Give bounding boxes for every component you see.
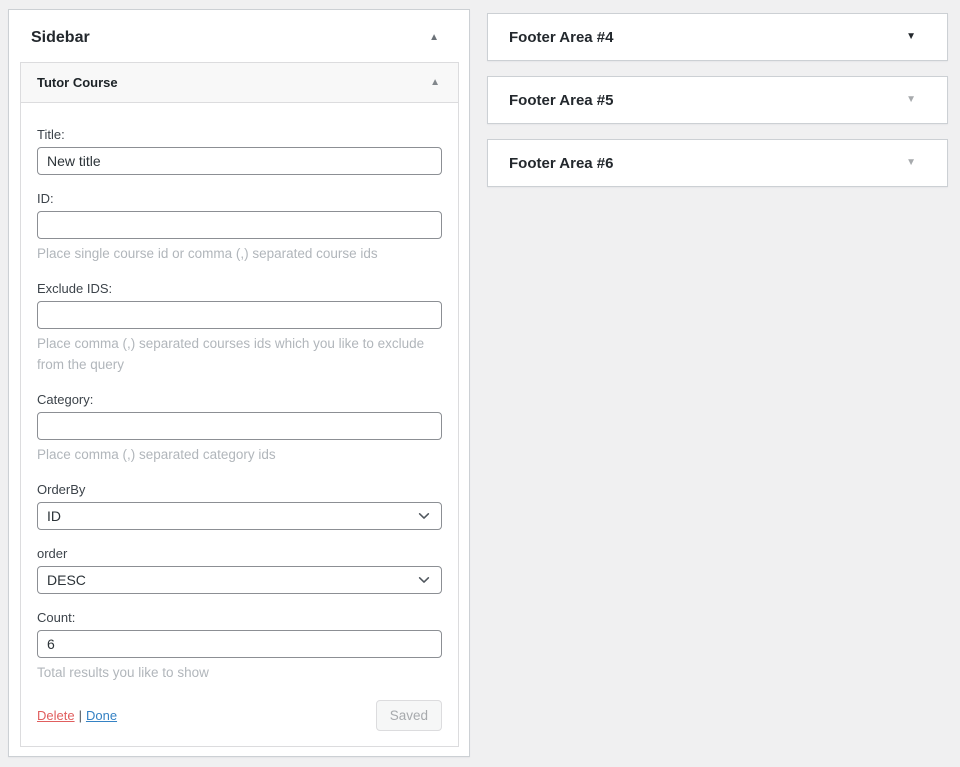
count-label: Count: <box>37 610 442 625</box>
sidebar-widget-area: Sidebar ▲ Tutor Course ▲ Title: ID: <box>8 9 470 757</box>
link-separator: | <box>79 708 82 723</box>
id-input[interactable] <box>37 211 442 239</box>
sidebar-column: Sidebar ▲ Tutor Course ▲ Title: ID: <box>8 9 470 757</box>
done-link[interactable]: Done <box>86 708 117 723</box>
orderby-label: OrderBy <box>37 482 442 497</box>
widget-settings-form: Title: ID: Place single course id or com… <box>21 103 458 746</box>
footer-area-5-header[interactable]: Footer Area #5 ▼ <box>487 76 948 124</box>
title-label: Title: <box>37 127 442 142</box>
field-count: Count: Total results you like to show <box>37 610 442 684</box>
footer-area-6-title: Footer Area #6 <box>509 155 613 172</box>
sidebar-area-header[interactable]: Sidebar ▲ <box>9 10 469 62</box>
expand-down-icon[interactable]: ▼ <box>906 95 916 105</box>
delete-link[interactable]: Delete <box>37 708 75 723</box>
order-selected-value: DESC <box>47 572 86 588</box>
title-input[interactable] <box>37 147 442 175</box>
tutor-course-widget: Tutor Course ▲ Title: ID: Place single c… <box>20 62 459 747</box>
footer-area-4-header[interactable]: Footer Area #4 ▼ <box>487 13 948 61</box>
chevron-down-icon <box>417 573 431 587</box>
field-id: ID: Place single course id or comma (,) … <box>37 191 442 265</box>
category-help-text: Place comma (,) separated category ids <box>37 445 442 466</box>
exclude-ids-label: Exclude IDS: <box>37 281 442 296</box>
footer-areas-column: Footer Area #4 ▼ Footer Area #5 ▼ Footer… <box>487 9 948 757</box>
field-title: Title: <box>37 127 442 175</box>
widget-title: Tutor Course <box>37 75 118 90</box>
field-order: order DESC <box>37 546 442 594</box>
footer-area-4-title: Footer Area #4 <box>509 29 613 46</box>
field-category: Category: Place comma (,) separated cate… <box>37 392 442 466</box>
count-help-text: Total results you like to show <box>37 663 442 684</box>
collapse-up-icon[interactable]: ▲ <box>429 33 439 43</box>
orderby-selected-value: ID <box>47 508 61 524</box>
collapse-up-icon[interactable]: ▲ <box>430 78 440 88</box>
widget-action-links: Delete | Done <box>37 708 117 723</box>
order-label: order <box>37 546 442 561</box>
widgets-screen: Sidebar ▲ Tutor Course ▲ Title: ID: <box>0 0 960 757</box>
saved-button[interactable]: Saved <box>376 700 442 731</box>
chevron-down-icon <box>417 509 431 523</box>
widget-actions: Delete | Done Saved <box>37 700 442 732</box>
exclude-ids-input[interactable] <box>37 301 442 329</box>
footer-area-6-header[interactable]: Footer Area #6 ▼ <box>487 139 948 187</box>
orderby-select[interactable]: ID <box>37 502 442 530</box>
expand-down-icon[interactable]: ▼ <box>906 32 916 42</box>
order-select[interactable]: DESC <box>37 566 442 594</box>
exclude-ids-help-text: Place comma (,) separated courses ids wh… <box>37 334 442 376</box>
field-orderby: OrderBy ID <box>37 482 442 530</box>
count-input[interactable] <box>37 630 442 658</box>
id-label: ID: <box>37 191 442 206</box>
category-label: Category: <box>37 392 442 407</box>
tutor-course-widget-header[interactable]: Tutor Course ▲ <box>21 63 458 103</box>
field-exclude-ids: Exclude IDS: Place comma (,) separated c… <box>37 281 442 376</box>
category-input[interactable] <box>37 412 442 440</box>
id-help-text: Place single course id or comma (,) sepa… <box>37 244 442 265</box>
sidebar-area-title: Sidebar <box>31 29 90 47</box>
expand-down-icon[interactable]: ▼ <box>906 158 916 168</box>
footer-area-5-title: Footer Area #5 <box>509 92 613 109</box>
